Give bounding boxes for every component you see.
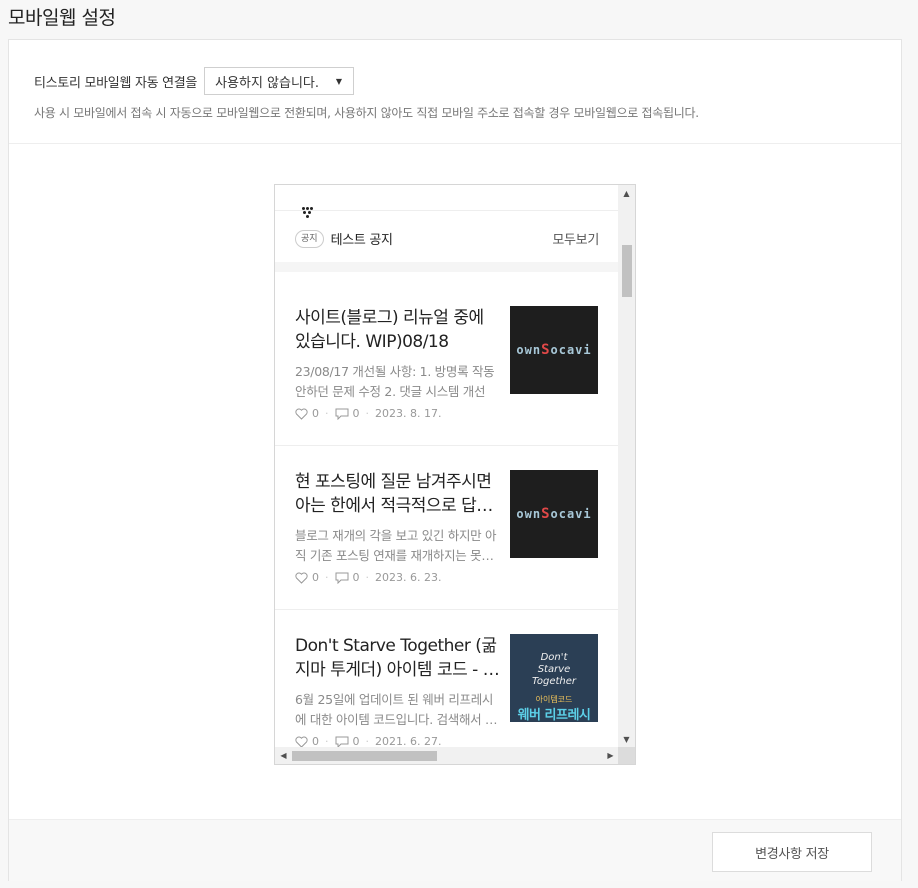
thumbnail-title: 웨버 리프레시 bbox=[517, 708, 591, 722]
post-title[interactable]: 현 포스팅에 질문 남겨주시면 아는 한에서 적극적으로 답변드리겠습니다 bbox=[295, 470, 500, 518]
scrollbar-corner bbox=[618, 747, 635, 764]
post-date: 2023. 6. 23. bbox=[375, 571, 442, 584]
like-count: 0 bbox=[312, 571, 319, 584]
save-button[interactable]: 변경사항 저장 bbox=[712, 832, 872, 872]
vertical-scrollbar[interactable]: ▲ ▼ bbox=[618, 185, 635, 748]
notice-row[interactable]: 공지 테스트 공지 모두보기 bbox=[295, 229, 599, 248]
scroll-up-arrow-icon[interactable]: ▲ bbox=[618, 185, 635, 202]
notice-badge: 공지 bbox=[295, 229, 324, 248]
select-value: 사용하지 않습니다. bbox=[215, 75, 320, 91]
mobile-preview-content[interactable]: 공지 테스트 공지 모두보기 사이트(블로그) 리뉴얼 중에 있습니다. WIP… bbox=[275, 185, 619, 748]
comment-icon bbox=[335, 736, 349, 748]
scroll-down-arrow-icon[interactable]: ▼ bbox=[618, 731, 635, 748]
post-thumbnail[interactable]: ownSocavi bbox=[510, 306, 598, 394]
post-item[interactable]: Don't Starve Together (굶지마 투게더) 아이템 코드 -… bbox=[275, 610, 619, 748]
setting-description: 사용 시 모바일에서 접속 시 자동으로 모바일웹으로 전환되며, 사용하지 않… bbox=[34, 106, 699, 120]
meta-separator: · bbox=[325, 571, 329, 584]
thumbnail-game-logo: Don't Starve Together bbox=[531, 652, 576, 687]
mobile-preview-frame: 공지 테스트 공지 모두보기 사이트(블로그) 리뉴얼 중에 있습니다. WIP… bbox=[274, 184, 636, 765]
horizontal-scroll-thumb[interactable] bbox=[292, 751, 437, 761]
post-text: Don't Starve Together (굶지마 투게더) 아이템 코드 -… bbox=[295, 634, 500, 748]
scroll-left-arrow-icon[interactable]: ◀ bbox=[275, 747, 292, 764]
scroll-right-arrow-icon[interactable]: ▶ bbox=[602, 747, 619, 764]
post-title[interactable]: Don't Starve Together (굶지마 투게더) 아이템 코드 -… bbox=[295, 634, 500, 682]
post-text: 현 포스팅에 질문 남겨주시면 아는 한에서 적극적으로 답변드리겠습니다 블로… bbox=[295, 470, 500, 584]
post-meta: 0 · 0 · 2023. 6. 23. bbox=[295, 571, 500, 584]
heart-icon bbox=[295, 407, 308, 420]
thumbnail-logo-text: ownSocavi bbox=[516, 506, 592, 522]
post-item[interactable]: 사이트(블로그) 리뉴얼 중에 있습니다. WIP)08/18 23/08/17… bbox=[275, 282, 619, 446]
auto-connect-setting: 티스토리 모바일웹 자동 연결을 사용하지 않습니다. ▼ bbox=[34, 67, 355, 95]
footer-bar: 변경사항 저장 bbox=[9, 819, 901, 881]
post-summary: 블로그 재개의 각을 보고 있긴 하지만 아직 기존 포스팅 연재를 재개하지는… bbox=[295, 528, 497, 563]
meta-separator: · bbox=[365, 571, 370, 584]
post-title[interactable]: 사이트(블로그) 리뉴얼 중에 있습니다. WIP)08/18 bbox=[295, 306, 500, 354]
notice-more-link[interactable]: 모두보기 bbox=[552, 229, 599, 248]
post-meta: 0 · 0 · 2023. 8. 17. bbox=[295, 407, 500, 420]
mobile-header-divider bbox=[275, 210, 619, 211]
auto-connect-label: 티스토리 모바일웹 자동 연결을 bbox=[34, 75, 198, 91]
heart-icon bbox=[295, 571, 308, 584]
post-summary: 6월 25일에 업데이트 된 웨버 리프레시에 대한 아이템 코드입니다. 검색… bbox=[295, 692, 497, 727]
post-thumbnail[interactable]: Don't Starve Together 아이템코드 웨버 리프레시 bbox=[510, 634, 598, 722]
comment-icon bbox=[335, 408, 349, 420]
comment-icon bbox=[335, 572, 349, 584]
horizontal-scrollbar[interactable]: ◀ ▶ bbox=[275, 747, 635, 764]
section-gap bbox=[275, 262, 619, 272]
page-title: 모바일웹 설정 bbox=[8, 7, 116, 29]
post-date: 2023. 8. 17. bbox=[375, 407, 442, 420]
post-text: 사이트(블로그) 리뉴얼 중에 있습니다. WIP)08/18 23/08/17… bbox=[295, 306, 500, 420]
comment-count: 0 bbox=[352, 571, 360, 584]
menu-dots-icon[interactable] bbox=[302, 207, 314, 219]
post-summary: 23/08/17 개선될 사항: 1. 방명록 작동 안하던 문제 수정 2. … bbox=[295, 364, 495, 399]
post-thumbnail[interactable]: ownSocavi bbox=[510, 470, 598, 558]
auto-connect-select[interactable]: 사용하지 않습니다. ▼ bbox=[204, 67, 355, 95]
comment-count: 0 bbox=[352, 407, 360, 420]
like-count: 0 bbox=[312, 407, 319, 420]
vertical-scroll-thumb[interactable] bbox=[622, 245, 632, 297]
notice-title[interactable]: 테스트 공지 bbox=[331, 229, 393, 248]
caret-down-icon: ▼ bbox=[335, 76, 343, 86]
thumbnail-logo-text: ownSocavi bbox=[516, 342, 592, 358]
heart-icon bbox=[295, 735, 308, 748]
meta-separator: · bbox=[325, 407, 329, 420]
divider bbox=[9, 143, 901, 144]
post-item[interactable]: 현 포스팅에 질문 남겨주시면 아는 한에서 적극적으로 답변드리겠습니다 블로… bbox=[275, 446, 619, 610]
meta-separator: · bbox=[365, 407, 370, 420]
